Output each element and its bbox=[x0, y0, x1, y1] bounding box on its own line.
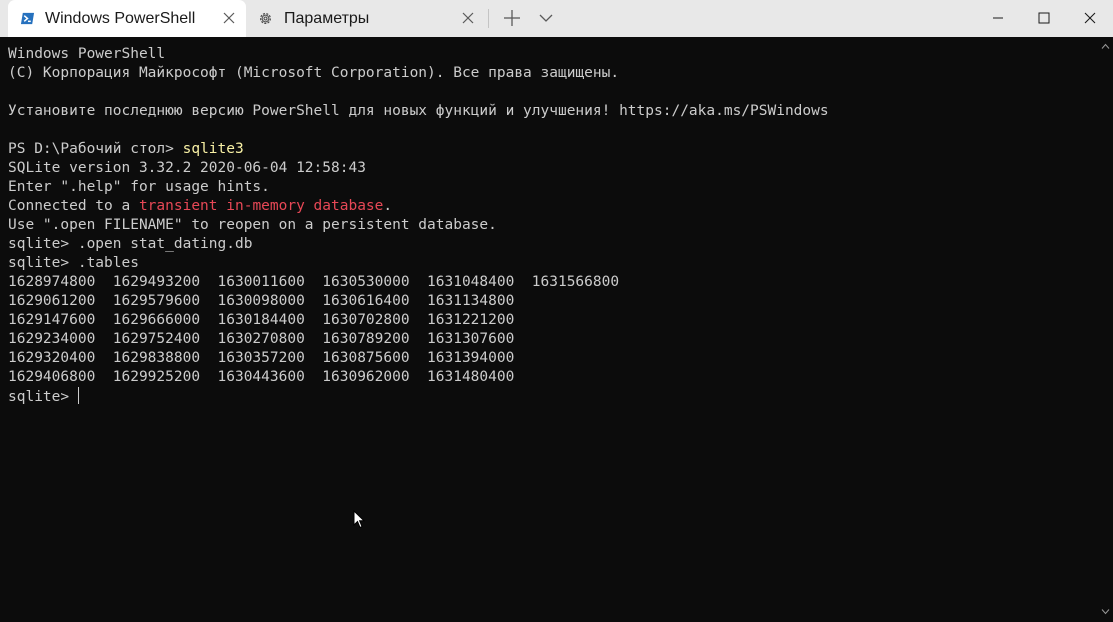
new-tab-button[interactable] bbox=[498, 6, 526, 30]
scroll-up-arrow-icon[interactable] bbox=[1101, 43, 1110, 50]
tab-label: Windows PowerShell bbox=[45, 10, 196, 27]
plus-icon bbox=[504, 10, 520, 26]
tab-settings[interactable]: Параметры bbox=[250, 0, 485, 37]
text-cursor bbox=[77, 387, 79, 404]
tables-row: 1629234000 1629752400 1630270800 1630789… bbox=[8, 331, 515, 347]
close-icon bbox=[1084, 12, 1096, 24]
help-hint: Enter ".help" for usage hints. bbox=[8, 179, 270, 195]
powershell-command-line: PS D:\Рабочий стол> sqlite3 bbox=[8, 140, 1097, 159]
powershell-command: sqlite3 bbox=[182, 141, 244, 157]
sqlite-version: SQLite version 3.32.2 2020-06-04 12:58:4… bbox=[8, 160, 366, 176]
close-tab-icon[interactable] bbox=[222, 11, 236, 25]
sqlite-input-line[interactable]: sqlite> bbox=[8, 387, 1097, 406]
tab-divider bbox=[488, 9, 489, 28]
tab-dropdown-button[interactable] bbox=[536, 8, 556, 28]
sqlite-command-tables: sqlite> .tables bbox=[8, 255, 139, 271]
tab-label: Параметры bbox=[284, 10, 370, 27]
update-message: Установите последнюю версию PowerShell д… bbox=[8, 103, 829, 119]
tables-row: 1629320400 1629838800 1630357200 1630875… bbox=[8, 350, 515, 366]
scroll-down-arrow-icon[interactable] bbox=[1101, 608, 1110, 615]
terminal-output[interactable]: Windows PowerShell (C) Корпорация Майкро… bbox=[0, 37, 1097, 622]
close-window-button[interactable] bbox=[1067, 0, 1113, 37]
banner-title: Windows PowerShell bbox=[8, 46, 166, 62]
chevron-down-icon bbox=[539, 14, 553, 22]
sqlite-command-open: sqlite> .open stat_dating.db bbox=[8, 236, 253, 252]
tables-row: 1629061200 1629579600 1630098000 1630616… bbox=[8, 293, 515, 309]
connected-highlight: transient in-memory database bbox=[138, 198, 384, 214]
tables-row: 1628974800 1629493200 1630011600 1630530… bbox=[8, 274, 620, 290]
minimize-button[interactable] bbox=[975, 0, 1021, 37]
tables-row: 1629147600 1629666000 1630184400 1630702… bbox=[8, 312, 515, 328]
tables-row: 1629406800 1629925200 1630443600 1630962… bbox=[8, 369, 515, 385]
sqlite-prompt: sqlite> bbox=[8, 389, 78, 405]
powershell-icon bbox=[20, 12, 35, 25]
tab-windows-powershell[interactable]: Windows PowerShell bbox=[8, 0, 246, 37]
maximize-button[interactable] bbox=[1021, 0, 1067, 37]
maximize-icon bbox=[1038, 12, 1050, 24]
close-tab-icon[interactable] bbox=[461, 11, 475, 25]
connected-prefix: Connected to a bbox=[8, 198, 139, 214]
connected-message: Connected to a transient in-memory datab… bbox=[8, 197, 1097, 216]
connected-suffix: . bbox=[383, 198, 393, 214]
banner-copyright: (C) Корпорация Майкрософт (Microsoft Cor… bbox=[8, 65, 620, 81]
title-bar: Windows PowerShell Параметры bbox=[0, 0, 1113, 37]
gear-icon bbox=[260, 13, 271, 24]
mouse-pointer-icon bbox=[353, 510, 365, 529]
scrollbar[interactable] bbox=[1097, 37, 1113, 622]
open-hint: Use ".open FILENAME" to reopen on a pers… bbox=[8, 217, 497, 233]
powershell-prompt: PS D:\Рабочий стол> bbox=[8, 141, 183, 157]
minimize-icon bbox=[993, 17, 1003, 19]
